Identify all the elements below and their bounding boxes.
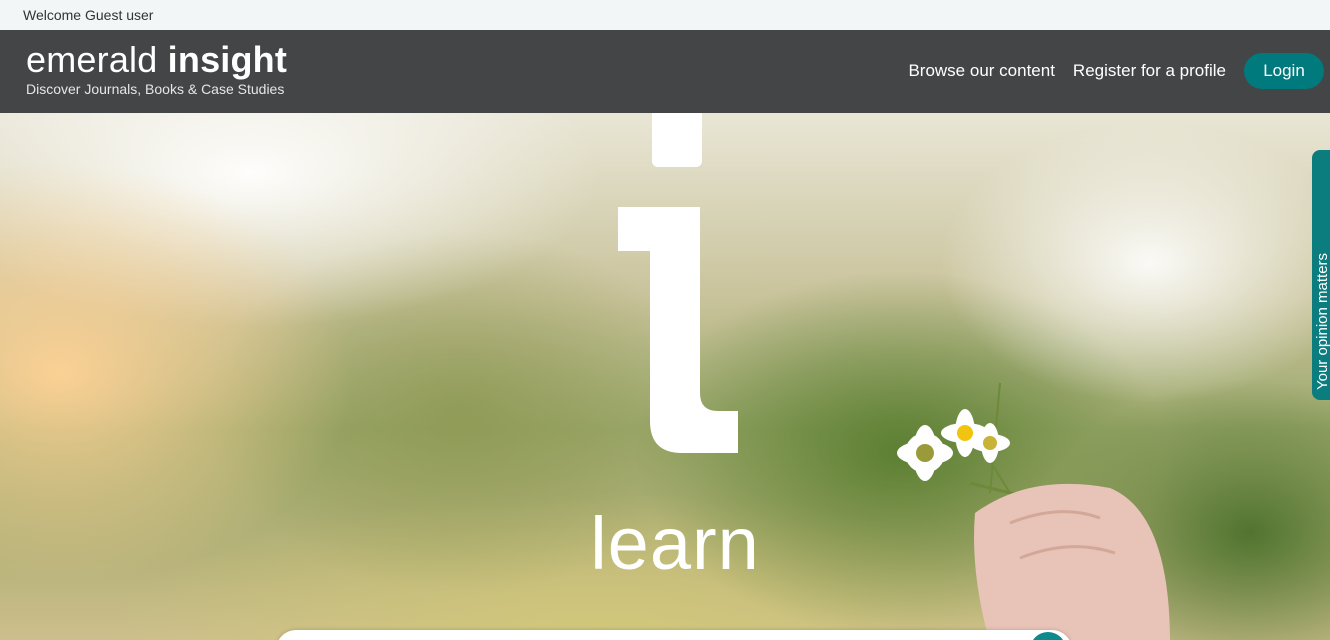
feedback-tab[interactable]: Your opinion matters xyxy=(1312,150,1330,400)
hero-word: learn xyxy=(590,502,760,585)
site-header: emerald insight Discover Journals, Books… xyxy=(0,30,1330,113)
hero-i-stem xyxy=(618,207,738,453)
welcome-text: Welcome Guest user xyxy=(23,7,154,23)
hero-banner: learn Your opinion matters xyxy=(0,113,1330,640)
brand-tagline: Discover Journals, Books & Case Studies xyxy=(26,81,285,97)
hero-i-dot xyxy=(652,113,702,167)
brand-wordmark-bold: insight xyxy=(167,39,288,80)
welcome-bar: Welcome Guest user xyxy=(0,0,1330,30)
search-bar[interactable] xyxy=(276,630,1072,640)
feedback-tab-label: Your opinion matters xyxy=(1314,252,1330,390)
brand-wordmark: emerald insight xyxy=(26,40,287,80)
browse-content-link[interactable]: Browse our content xyxy=(908,61,1054,81)
search-button[interactable] xyxy=(1030,632,1066,640)
brand-wordmark-light: emerald xyxy=(26,39,168,80)
main-nav: Browse our content Register for a profil… xyxy=(908,53,1324,89)
login-button[interactable]: Login xyxy=(1244,53,1324,89)
brand-logo[interactable]: emerald insight Discover Journals, Books… xyxy=(26,40,287,98)
register-profile-link[interactable]: Register for a profile xyxy=(1073,61,1226,81)
